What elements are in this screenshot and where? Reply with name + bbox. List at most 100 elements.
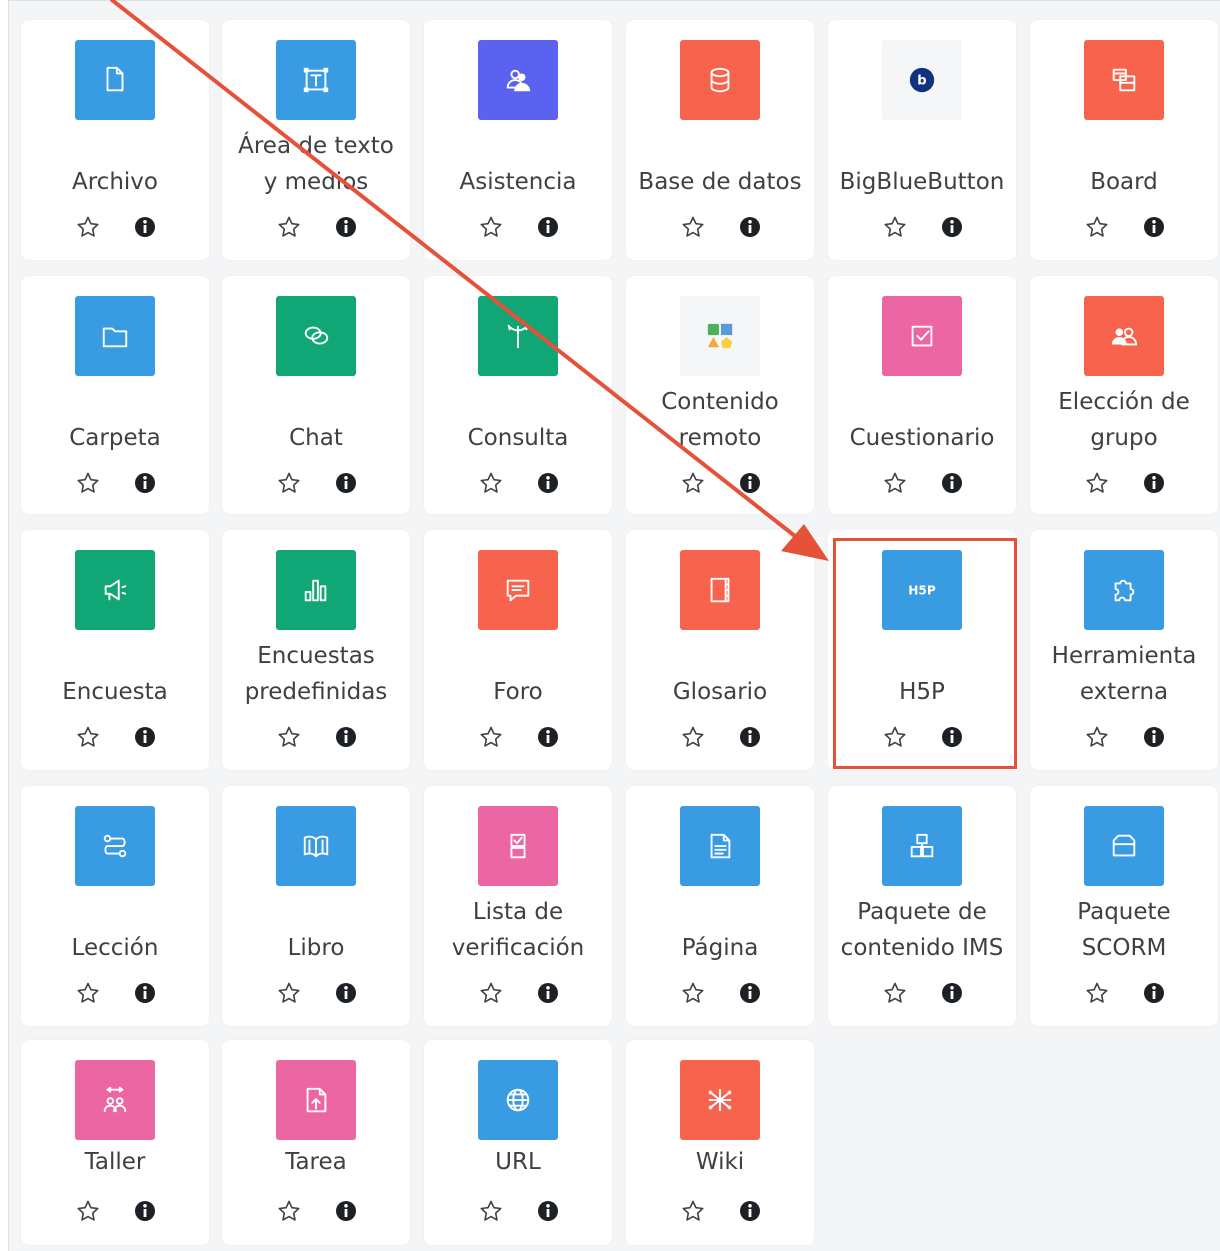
puzzle-icon [1084, 550, 1164, 630]
activity-label: Base de datos [638, 169, 802, 195]
star-icon[interactable] [478, 1198, 504, 1224]
info-icon[interactable] [535, 470, 561, 496]
scorm-icon [1084, 806, 1164, 886]
info-icon[interactable] [333, 980, 359, 1006]
star-icon[interactable] [276, 470, 302, 496]
star-icon[interactable] [1084, 724, 1110, 750]
lesson-icon [75, 806, 155, 886]
activity-tile[interactable]: URL [424, 1040, 612, 1245]
star-icon[interactable] [882, 214, 908, 240]
star-icon[interactable] [680, 1198, 706, 1224]
star-icon[interactable] [1084, 980, 1110, 1006]
activity-tile[interactable]: Archivo [21, 20, 209, 260]
info-icon[interactable] [535, 1198, 561, 1224]
activity-tile[interactable]: Página [626, 786, 814, 1026]
info-icon[interactable] [333, 214, 359, 240]
info-icon[interactable] [1141, 724, 1167, 750]
star-icon[interactable] [276, 1198, 302, 1224]
star-icon[interactable] [680, 724, 706, 750]
star-icon[interactable] [478, 980, 504, 1006]
info-icon[interactable] [132, 724, 158, 750]
info-icon[interactable] [737, 980, 763, 1006]
info-icon[interactable] [333, 1198, 359, 1224]
info-icon[interactable] [737, 470, 763, 496]
star-icon[interactable] [680, 214, 706, 240]
activity-tile[interactable]: Paquete de contenido IMS [828, 786, 1016, 1026]
activity-tile[interactable]: Asistencia [424, 20, 612, 260]
activity-tile[interactable]: Elección de grupo [1030, 276, 1218, 514]
star-icon[interactable] [680, 470, 706, 496]
star-icon[interactable] [75, 980, 101, 1006]
activity-label: Tarea [285, 1149, 347, 1175]
activity-tile[interactable]: H5P H5P [828, 530, 1016, 770]
activity-tile[interactable]: Encuesta [21, 530, 209, 770]
star-icon[interactable] [75, 1198, 101, 1224]
group-choice-icon [1084, 296, 1164, 376]
info-icon[interactable] [1141, 980, 1167, 1006]
star-icon[interactable] [75, 724, 101, 750]
activity-label: Chat [289, 425, 343, 451]
info-icon[interactable] [333, 470, 359, 496]
globe-icon [478, 1060, 558, 1140]
star-icon[interactable] [276, 724, 302, 750]
info-icon[interactable] [737, 214, 763, 240]
star-icon[interactable] [478, 724, 504, 750]
info-icon[interactable] [132, 214, 158, 240]
info-icon[interactable] [737, 724, 763, 750]
activity-tile[interactable]: Board [1030, 20, 1218, 260]
activity-tile[interactable]: b BigBlueButton [828, 20, 1016, 260]
star-icon[interactable] [75, 214, 101, 240]
info-icon[interactable] [737, 1198, 763, 1224]
star-icon[interactable] [1084, 470, 1110, 496]
activity-tile[interactable]: Lista de verificación [424, 786, 612, 1026]
activity-tile[interactable]: Wiki [626, 1040, 814, 1245]
activity-tile[interactable]: Herramienta externa [1030, 530, 1218, 770]
star-icon[interactable] [478, 470, 504, 496]
info-icon[interactable] [939, 214, 965, 240]
wiki-icon [680, 1060, 760, 1140]
info-icon[interactable] [132, 470, 158, 496]
activity-tile[interactable]: Consulta [424, 276, 612, 514]
info-icon[interactable] [132, 980, 158, 1006]
activity-tile[interactable]: Cuestionario [828, 276, 1016, 514]
star-icon[interactable] [478, 214, 504, 240]
activity-tile[interactable]: Libro [222, 786, 410, 1026]
activity-tile[interactable]: Base de datos [626, 20, 814, 260]
activity-tile[interactable]: Glosario [626, 530, 814, 770]
ims-package-icon [882, 806, 962, 886]
activity-tile[interactable]: Área de texto y medios [222, 20, 410, 260]
info-icon[interactable] [535, 980, 561, 1006]
activity-tile[interactable]: Contenido remoto [626, 276, 814, 514]
star-icon[interactable] [276, 214, 302, 240]
workshop-icon [75, 1060, 155, 1140]
info-icon[interactable] [939, 470, 965, 496]
star-icon[interactable] [680, 980, 706, 1006]
star-icon[interactable] [882, 470, 908, 496]
info-icon[interactable] [1141, 470, 1167, 496]
activity-tile[interactable]: Chat [222, 276, 410, 514]
activity-tile[interactable]: Taller [21, 1040, 209, 1245]
info-icon[interactable] [535, 724, 561, 750]
activity-label: Herramienta externa [1051, 643, 1197, 705]
activity-label: Asistencia [459, 169, 577, 195]
activity-tile[interactable]: Carpeta [21, 276, 209, 514]
info-icon[interactable] [1141, 214, 1167, 240]
activity-tile[interactable]: Encuestas predefinidas [222, 530, 410, 770]
info-icon[interactable] [535, 214, 561, 240]
info-icon[interactable] [333, 724, 359, 750]
activity-tile[interactable]: Foro [424, 530, 612, 770]
activity-label: URL [495, 1149, 541, 1175]
star-icon[interactable] [1084, 214, 1110, 240]
star-icon[interactable] [882, 980, 908, 1006]
star-icon[interactable] [882, 724, 908, 750]
star-icon[interactable] [276, 980, 302, 1006]
activity-tile[interactable]: Tarea [222, 1040, 410, 1245]
star-icon[interactable] [75, 470, 101, 496]
info-icon[interactable] [132, 1198, 158, 1224]
activity-label: Encuestas predefinidas [244, 643, 388, 705]
info-icon[interactable] [939, 980, 965, 1006]
activity-label: Página [681, 935, 759, 961]
info-icon[interactable] [939, 724, 965, 750]
activity-tile[interactable]: Paquete SCORM [1030, 786, 1218, 1026]
activity-tile[interactable]: Lección [21, 786, 209, 1026]
